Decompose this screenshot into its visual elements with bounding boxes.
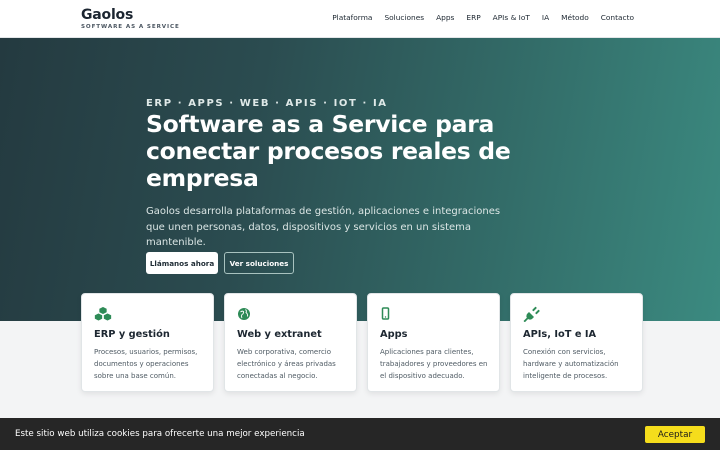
card-text: Web corporativa, comercio electrónico y … xyxy=(237,348,336,380)
brand-tagline: SOFTWARE AS A SERVICE xyxy=(81,24,180,30)
plug-icon xyxy=(523,306,541,323)
view-solutions-button[interactable]: Ver soluciones xyxy=(224,252,294,274)
hero-description: Gaolos desarrolla plataformas de gestión… xyxy=(146,206,501,248)
card-title: ERP y gestión xyxy=(94,329,170,340)
call-now-button[interactable]: Llámanos ahora xyxy=(146,252,218,274)
hero-section: ERP · APPS · WEB · APIS · IOT · IA Softw… xyxy=(0,38,720,321)
card-text: Aplicaciones para clientes, trabajadores… xyxy=(380,348,488,380)
card-text: Procesos, usuarios, permisos, documentos… xyxy=(94,348,198,380)
cubes-icon xyxy=(94,306,112,322)
nav-link-metodo[interactable]: Método xyxy=(561,13,589,22)
nav-link-apis-iot[interactable]: APIs & IoT xyxy=(493,13,530,22)
cookie-banner: Este sitio web utiliza cookies para ofre… xyxy=(0,418,720,450)
card-erp[interactable]: ERP y gestión Procesos, usuarios, permis… xyxy=(81,293,214,392)
mobile-icon xyxy=(380,306,398,322)
nav-link-erp[interactable]: ERP xyxy=(466,13,480,22)
accept-cookies-button[interactable]: Aceptar xyxy=(645,426,705,443)
nav-link-ia[interactable]: IA xyxy=(542,13,549,22)
site-header: Gaolos SOFTWARE AS A SERVICE Plataforma … xyxy=(0,0,720,38)
globe-icon xyxy=(237,306,255,322)
cookie-message: Este sitio web utiliza cookies para ofre… xyxy=(15,429,305,439)
nav-link-contacto[interactable]: Contacto xyxy=(601,13,634,22)
nav-link-plataforma[interactable]: Plataforma xyxy=(332,13,372,22)
brand-logo[interactable]: Gaolos SOFTWARE AS A SERVICE xyxy=(81,7,180,30)
nav-link-apps[interactable]: Apps xyxy=(436,13,454,22)
card-text: Conexión con servicios, hardware y autom… xyxy=(523,348,619,380)
hero-title: Software as a Service para conectar proc… xyxy=(146,110,511,192)
card-web[interactable]: Web y extranet Web corporativa, comercio… xyxy=(224,293,357,392)
hero-eyebrow: ERP · APPS · WEB · APIS · IOT · IA xyxy=(146,98,388,109)
card-apis[interactable]: APIs, IoT e IA Conexión con servicios, h… xyxy=(510,293,643,392)
card-apps[interactable]: Apps Aplicaciones para clientes, trabaja… xyxy=(367,293,500,392)
card-title: APIs, IoT e IA xyxy=(523,329,597,340)
feature-cards: ERP y gestión Procesos, usuarios, permis… xyxy=(81,293,643,392)
main-nav: Plataforma Soluciones Apps ERP APIs & Io… xyxy=(332,13,634,22)
brand-name: Gaolos xyxy=(81,7,134,23)
card-title: Web y extranet xyxy=(237,329,322,340)
nav-link-soluciones[interactable]: Soluciones xyxy=(384,13,424,22)
card-title: Apps xyxy=(380,329,408,340)
